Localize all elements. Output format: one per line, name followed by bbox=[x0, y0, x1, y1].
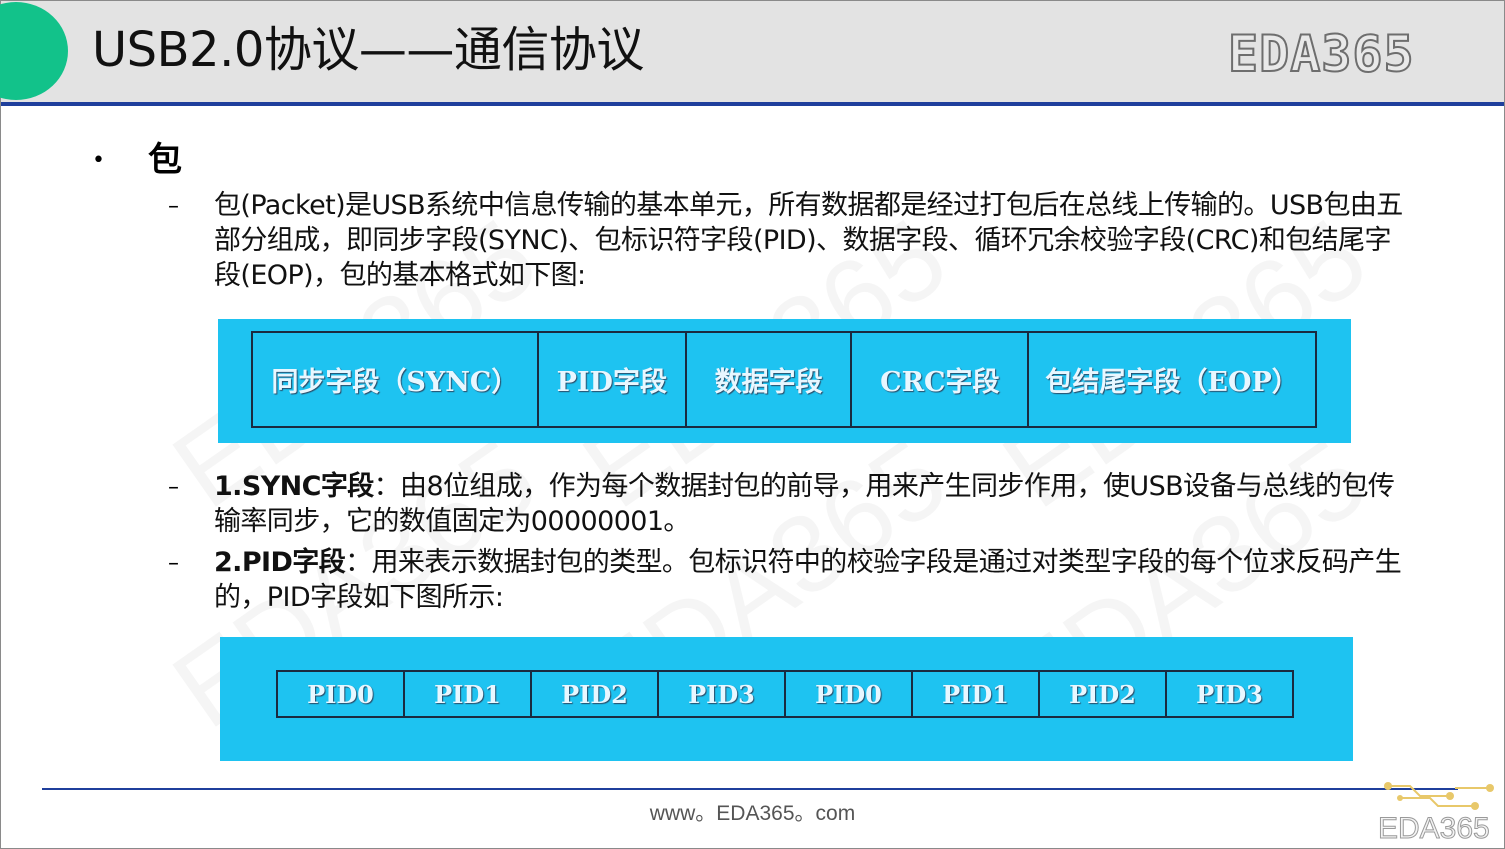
pid-bit: PID3 bbox=[659, 672, 786, 716]
dash-marker: – bbox=[168, 194, 179, 219]
packet-field-pid: PID字段 bbox=[539, 333, 687, 426]
pid-field-text: ：用来表示数据封包的类型。包标识符中的校验字段是通过对类型字段的每个位求反码产生… bbox=[214, 547, 1402, 613]
pid-field-label: 2.PID字段 bbox=[214, 547, 346, 578]
footer-divider bbox=[42, 788, 1458, 790]
dash-marker: – bbox=[168, 551, 179, 576]
paragraph-sync-field: 1.SYNC字段：由8位组成，作为每个数据封包的前导，用来产生同步作用，使USB… bbox=[214, 469, 1414, 539]
sync-field-label: 1.SYNC字段 bbox=[214, 471, 374, 502]
pid-check-bit: PID1 bbox=[913, 672, 1040, 716]
pid-check-bit: PID0 bbox=[786, 672, 913, 716]
pid-bit: PID1 bbox=[405, 672, 532, 716]
sync-field-text: ：由8位组成，作为每个数据封包的前导，用来产生同步作用，使USB设备与总线的包传… bbox=[214, 471, 1395, 537]
packet-field-crc: CRC字段 bbox=[852, 333, 1030, 426]
dash-marker: – bbox=[168, 475, 179, 500]
pid-check-bit: PID2 bbox=[1040, 672, 1167, 716]
pid-bit: PID0 bbox=[278, 672, 405, 716]
packet-format-table: 同步字段（SYNC） PID字段 数据字段 CRC字段 包结尾字段（EOP） bbox=[251, 331, 1317, 428]
paragraph-pid-field: 2.PID字段：用来表示数据封包的类型。包标识符中的校验字段是通过对类型字段的每… bbox=[214, 545, 1414, 615]
section-heading: 包 bbox=[148, 140, 182, 180]
pid-format-table: PID0 PID1 PID2 PID3 PID0 PID1 PID2 PID3 bbox=[276, 670, 1294, 718]
pid-bit: PID2 bbox=[532, 672, 659, 716]
corner-brand-logo: EDA365 bbox=[1378, 812, 1491, 846]
packet-field-data: 数据字段 bbox=[687, 333, 853, 426]
paragraph-packet-intro: 包(Packet)是USB系统中信息传输的基本单元，所有数据都是经过打包后在总线… bbox=[214, 190, 1403, 291]
header-divider bbox=[1, 102, 1504, 106]
circuit-icon bbox=[1384, 782, 1494, 810]
bullet-marker: • bbox=[92, 148, 105, 173]
packet-field-sync: 同步字段（SYNC） bbox=[253, 333, 539, 426]
packet-field-eop: 包结尾字段（EOP） bbox=[1045, 367, 1299, 398]
brand-logo: EDA365 bbox=[1227, 24, 1415, 84]
slide-title: USB2.0协议——通信协议 bbox=[92, 22, 644, 78]
footer-url: www。EDA365。com bbox=[649, 802, 856, 825]
pid-check-bit: PID3 bbox=[1196, 679, 1263, 709]
